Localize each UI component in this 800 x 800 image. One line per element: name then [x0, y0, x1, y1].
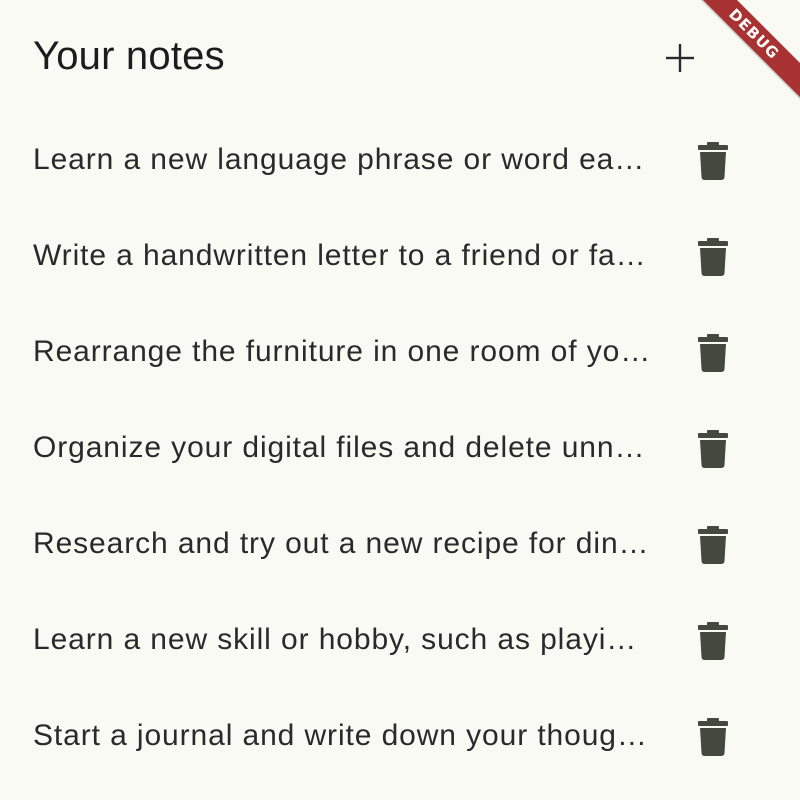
- note-text: Rearrange the furniture in one room of y…: [33, 335, 651, 368]
- note-text: Write a handwritten letter to a friend o…: [33, 239, 651, 272]
- trash-icon: [698, 430, 728, 468]
- note-text: Organize your digital files and delete u…: [33, 431, 651, 464]
- delete-note-button[interactable]: [688, 232, 738, 282]
- note-list-item[interactable]: Learn a new language phrase or word each…: [0, 112, 800, 208]
- trash-icon: [698, 238, 728, 276]
- delete-note-button[interactable]: [688, 328, 738, 378]
- app-bar: Your notes: [0, 0, 800, 112]
- trash-icon: [698, 718, 728, 756]
- note-list-item[interactable]: Research and try out a new recipe for di…: [0, 496, 800, 592]
- delete-note-button[interactable]: [688, 136, 738, 186]
- delete-note-button[interactable]: [688, 424, 738, 474]
- note-text: Learn a new skill or hobby, such as play…: [33, 623, 651, 656]
- trash-icon: [698, 142, 728, 180]
- note-text: Research and try out a new recipe for di…: [33, 527, 651, 560]
- trash-icon: [698, 334, 728, 372]
- note-text: Learn a new language phrase or word each…: [33, 143, 651, 176]
- add-note-button[interactable]: [650, 28, 710, 88]
- delete-note-button[interactable]: [688, 616, 738, 666]
- note-list-item[interactable]: Write a handwritten letter to a friend o…: [0, 208, 800, 304]
- note-list-item[interactable]: Learn a new skill or hobby, such as play…: [0, 592, 800, 688]
- note-text: Start a journal and write down your thou…: [33, 719, 651, 752]
- page-title: Your notes: [33, 34, 225, 78]
- delete-note-button[interactable]: [688, 712, 738, 762]
- notes-list: Learn a new language phrase or word each…: [0, 112, 800, 784]
- plus-icon: [666, 44, 694, 72]
- note-list-item[interactable]: Organize your digital files and delete u…: [0, 400, 800, 496]
- trash-icon: [698, 622, 728, 660]
- delete-note-button[interactable]: [688, 520, 738, 570]
- notes-screen: Your notes Learn a new language phrase o…: [0, 0, 800, 800]
- note-list-item[interactable]: Start a journal and write down your thou…: [0, 688, 800, 784]
- note-list-item[interactable]: Rearrange the furniture in one room of y…: [0, 304, 800, 400]
- trash-icon: [698, 526, 728, 564]
